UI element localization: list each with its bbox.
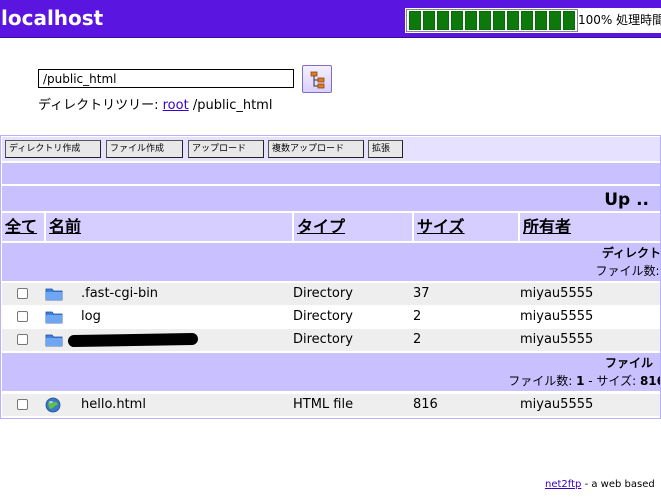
directory-section-title: ディレクトリ [601, 246, 661, 260]
sort-by-size[interactable]: サイズ [412, 213, 518, 241]
file-section-summary: ファイル数: 1 - サイズ: 816 [508, 373, 660, 389]
row-checkbox[interactable] [17, 288, 28, 299]
file-name-link[interactable]: log [81, 306, 101, 328]
redacted-name [67, 332, 199, 348]
folder-icon [45, 311, 63, 324]
html-file-icon [45, 397, 61, 413]
progress-segment [549, 11, 561, 30]
progress-text: 100% 処理時間 [578, 13, 661, 27]
file-name-link[interactable]: .fast-cgi-bin [81, 283, 158, 305]
progress-segment [493, 11, 505, 30]
file-owner: miyau5555 [520, 397, 594, 412]
select-all-link[interactable]: 全て [2, 213, 44, 241]
tree-root-link[interactable]: root [163, 98, 189, 113]
folder-icon [45, 334, 63, 347]
tree-icon [310, 71, 325, 89]
file-type: Directory [293, 286, 353, 301]
progress-segment [451, 11, 463, 30]
table-row[interactable]: log Directory 2 miyau5555 [2, 306, 660, 328]
file-size: 2 [413, 332, 422, 347]
directory-tree-button[interactable] [302, 65, 332, 93]
file-owner: miyau5555 [520, 309, 594, 324]
file-type: Directory [293, 332, 353, 347]
footer-text: - a web based [584, 479, 655, 490]
progress-segment [535, 11, 547, 30]
advanced-button[interactable]: 拡張 [368, 140, 403, 158]
directory-tree-breadcrumb: ディレクトリツリー: root /public_html [38, 97, 272, 115]
progress-segment [465, 11, 477, 30]
file-name-link[interactable]: hello.html [81, 394, 146, 416]
folder-icon [45, 288, 63, 301]
progress-segment [437, 11, 449, 30]
action-toolbar: ディレクトリ作成 ファイル作成 アップロード 複数アップロード 拡張 [2, 137, 660, 161]
progress-segment [563, 11, 575, 30]
directory-path-input[interactable] [38, 69, 294, 88]
directory-section-header: ディレクトリ ファイル数: 3 [2, 243, 661, 281]
file-count: 1 [576, 374, 585, 388]
progress-segment [521, 11, 533, 30]
file-size: 2 [413, 309, 422, 324]
file-size: 37 [413, 286, 430, 301]
progress-bar [406, 9, 578, 32]
tree-path: /public_html [192, 98, 273, 113]
file-count-label: ファイル数: [508, 374, 573, 388]
table-row[interactable]: hello.html HTML file 816 miyau5555 [2, 394, 660, 416]
progress-segment [507, 11, 519, 30]
file-type: HTML file [293, 397, 354, 412]
footer: net2ftp - a web based [545, 478, 655, 492]
upload-button[interactable]: アップロード [188, 140, 264, 158]
host-title: localhost [1, 6, 104, 30]
row-checkbox[interactable] [17, 334, 28, 345]
multi-upload-button[interactable]: 複数アップロード [268, 140, 364, 158]
progress-segment [409, 11, 421, 30]
up-link[interactable]: Up .. [604, 190, 649, 210]
file-owner: miyau5555 [520, 286, 594, 301]
file-list-panel: ディレクトリ作成 ファイル作成 アップロード 複数アップロード 拡張 Up ..… [0, 135, 661, 419]
file-section-header: ファイル ファイル数: 1 - サイズ: 816 [2, 353, 660, 391]
progress-indicator: 100% 処理時間 [405, 8, 661, 33]
create-file-button[interactable]: ファイル作成 [106, 140, 183, 158]
progress-segment [479, 11, 491, 30]
directory-section-summary: ファイル数: 3 [595, 264, 661, 278]
row-checkbox[interactable] [17, 399, 28, 410]
spacer-band [2, 163, 660, 184]
header-bar: localhost 100% 処理時間 [0, 0, 661, 38]
file-section-title: ファイル [604, 356, 653, 370]
up-row[interactable]: Up .. [2, 186, 660, 211]
column-header-row: 全て 名前 タイプ サイズ 所有者 [2, 213, 660, 241]
sort-by-name[interactable]: 名前 [44, 213, 292, 241]
table-row[interactable]: Directory 2 miyau5555 [2, 329, 660, 351]
file-total-size: 816 [639, 374, 660, 388]
row-checkbox[interactable] [17, 311, 28, 322]
file-size: 816 [413, 397, 438, 412]
file-size-label: - サイズ: [588, 374, 637, 388]
sort-by-type[interactable]: タイプ [292, 213, 412, 241]
progress-segment [423, 11, 435, 30]
tree-prefix: ディレクトリツリー: [38, 98, 159, 113]
file-type: Directory [293, 309, 353, 324]
create-directory-button[interactable]: ディレクトリ作成 [5, 140, 101, 158]
sort-by-owner[interactable]: 所有者 [518, 213, 660, 241]
net2ftp-link[interactable]: net2ftp [545, 479, 581, 490]
file-owner: miyau5555 [520, 332, 594, 347]
table-row[interactable]: .fast-cgi-bin Directory 37 miyau5555 [2, 283, 660, 305]
